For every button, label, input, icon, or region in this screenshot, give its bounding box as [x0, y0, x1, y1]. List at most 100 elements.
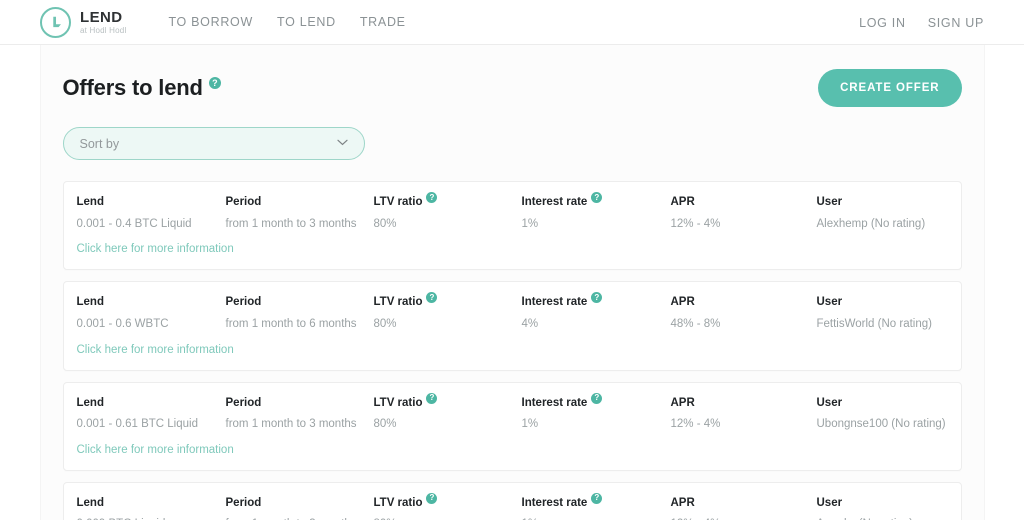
sort-by-label: Sort by: [79, 136, 120, 151]
column-header-apr: APR: [670, 196, 695, 208]
page-title-help-icon[interactable]: ?: [208, 77, 221, 89]
cell-period: Period from 1 month to 3 months: [226, 397, 374, 431]
value-apr: 12% - 4%: [670, 418, 721, 431]
sort-control-wrap: Sort by: [62, 127, 962, 160]
value-ltv: 80%: [373, 418, 397, 431]
offers-list: Lend 0.001 - 0.4 BTC Liquid Period from …: [62, 181, 962, 520]
auth-nav: LOG IN SIGN UP: [859, 0, 984, 45]
site-header: LEND at Hodl Hodl TO BORROW TO LEND TRAD…: [0, 0, 1024, 45]
value-user: Alexhemp (No rating): [816, 217, 926, 230]
cell-period: Period from 1 month to 3 months: [226, 497, 374, 520]
value-period: from 1 month to 3 months: [225, 217, 357, 230]
ltv-help-icon[interactable]: ?: [426, 392, 438, 404]
page-title-text: Offers to lend: [62, 75, 203, 100]
value-period: from 1 month to 3 months: [225, 418, 357, 431]
column-header-apr: APR: [670, 496, 695, 509]
cell-apr: APR 12% - 4%: [671, 196, 817, 230]
cell-user: User Alexhemp (No rating): [817, 196, 926, 230]
nav-item-to-lend[interactable]: TO LEND: [277, 15, 336, 29]
cell-ltv: LTV ratio ? 80%: [373, 392, 522, 431]
cell-lend: Lend 0.009 BTC Liquid: [77, 497, 226, 520]
page-container: Offers to lend ? CREATE OFFER Sort by Le…: [39, 45, 985, 520]
column-header-interest-rate-text: Interest rate: [521, 196, 588, 208]
column-header-apr: APR: [670, 396, 695, 409]
cell-user: User Amarks (No rating): [817, 497, 914, 520]
log-in-link[interactable]: LOG IN: [859, 16, 906, 30]
sort-by-select[interactable]: Sort by: [62, 127, 365, 160]
cell-lend: Lend 0.001 - 0.61 BTC Liquid: [77, 397, 226, 431]
brand-logo[interactable]: LEND at Hodl Hodl: [40, 6, 127, 38]
column-header-user: User: [816, 496, 843, 509]
column-header-interest-rate: Interest rate ?: [521, 292, 671, 309]
interest-rate-help-icon[interactable]: ?: [591, 392, 603, 404]
column-header-period: Period: [225, 396, 262, 409]
brand-subtitle: at Hodl Hodl: [80, 25, 127, 35]
column-header-lend: Lend: [76, 396, 104, 409]
cell-user: User Ubongnse100 (No rating): [817, 397, 946, 431]
nav-item-to-borrow[interactable]: TO BORROW: [168, 15, 253, 29]
more-information-link[interactable]: Click here for more information: [77, 243, 234, 255]
column-header-user: User: [816, 196, 843, 208]
column-header-period: Period: [225, 196, 262, 208]
ltv-help-icon[interactable]: ?: [426, 492, 438, 504]
value-interest-rate: 4%: [521, 317, 539, 330]
brand-title: LEND: [80, 8, 123, 26]
value-apr: 12% - 4%: [670, 217, 721, 230]
cell-interest-rate: Interest rate ? 1%: [521, 392, 671, 431]
cell-user: User FettisWorld (No rating): [817, 296, 932, 330]
interest-rate-help-icon[interactable]: ?: [591, 192, 603, 203]
column-header-period: Period: [225, 496, 262, 509]
interest-rate-help-icon[interactable]: ?: [591, 292, 603, 304]
column-header-ltv-text: LTV ratio: [373, 296, 423, 309]
column-header-ltv: LTV ratio ?: [373, 492, 522, 510]
column-header-ltv-text: LTV ratio: [373, 196, 423, 208]
column-header-interest-rate: Interest rate ?: [521, 192, 671, 209]
nav-item-trade[interactable]: TRADE: [360, 15, 406, 29]
table-row[interactable]: Lend 0.009 BTC Liquid Period from 1 mont…: [62, 481, 962, 520]
cell-interest-rate: Interest rate ? 1%: [521, 192, 671, 230]
more-information-link[interactable]: Click here for more information: [77, 344, 234, 356]
value-ltv: 80%: [373, 317, 397, 330]
table-row[interactable]: Lend 0.001 - 0.6 WBTC Period from 1 mont…: [62, 281, 962, 371]
value-interest-rate: 1%: [521, 217, 539, 230]
column-header-ltv-text: LTV ratio: [373, 496, 423, 509]
lend-circle-logo-icon: [40, 6, 71, 38]
ltv-help-icon[interactable]: ?: [426, 292, 438, 304]
column-header-ltv-text: LTV ratio: [373, 396, 423, 409]
sign-up-link[interactable]: SIGN UP: [928, 16, 984, 30]
column-header-user: User: [816, 396, 843, 409]
table-row[interactable]: Lend 0.001 - 0.61 BTC Liquid Period from…: [62, 381, 962, 471]
cell-ltv: LTV ratio ? 80%: [373, 292, 522, 330]
column-header-interest-rate-text: Interest rate: [521, 396, 588, 409]
column-header-lend: Lend: [76, 496, 104, 509]
value-user: FettisWorld (No rating): [816, 317, 932, 330]
column-header-lend: Lend: [76, 196, 104, 208]
column-header-interest-rate: Interest rate ?: [521, 492, 671, 510]
value-lend: 0.001 - 0.61 BTC Liquid: [76, 418, 198, 431]
cell-interest-rate: Interest rate ? 1%: [521, 492, 671, 520]
value-ltv: 80%: [373, 217, 397, 230]
cell-lend: Lend 0.001 - 0.4 BTC Liquid: [77, 196, 226, 230]
cell-period: Period from 1 month to 6 months: [226, 296, 374, 330]
cell-interest-rate: Interest rate ? 4%: [521, 292, 671, 330]
table-row[interactable]: Lend 0.001 - 0.4 BTC Liquid Period from …: [62, 181, 962, 271]
main-nav: TO BORROW TO LEND TRADE: [168, 15, 405, 29]
interest-rate-help-icon[interactable]: ?: [591, 492, 603, 504]
column-header-ltv: LTV ratio ?: [373, 192, 522, 209]
column-header-user: User: [816, 296, 843, 309]
more-information-link[interactable]: Click here for more information: [77, 444, 234, 456]
column-header-interest-rate-text: Interest rate: [521, 496, 588, 509]
value-apr: 48% - 8%: [670, 317, 721, 330]
value-period: from 1 month to 6 months: [225, 317, 357, 330]
cell-lend: Lend 0.001 - 0.6 WBTC: [77, 296, 226, 330]
page-header-row: Offers to lend ? CREATE OFFER: [63, 45, 962, 107]
value-lend: 0.001 - 0.4 BTC Liquid: [76, 217, 192, 230]
create-offer-button[interactable]: CREATE OFFER: [818, 69, 962, 107]
value-interest-rate: 1%: [521, 418, 539, 431]
column-header-interest-rate-text: Interest rate: [521, 296, 588, 309]
cell-ltv: LTV ratio ? 80%: [373, 192, 522, 230]
column-header-apr: APR: [670, 296, 695, 309]
ltv-help-icon[interactable]: ?: [426, 192, 438, 203]
column-header-ltv: LTV ratio ?: [373, 392, 522, 410]
column-header-lend: Lend: [76, 296, 104, 309]
